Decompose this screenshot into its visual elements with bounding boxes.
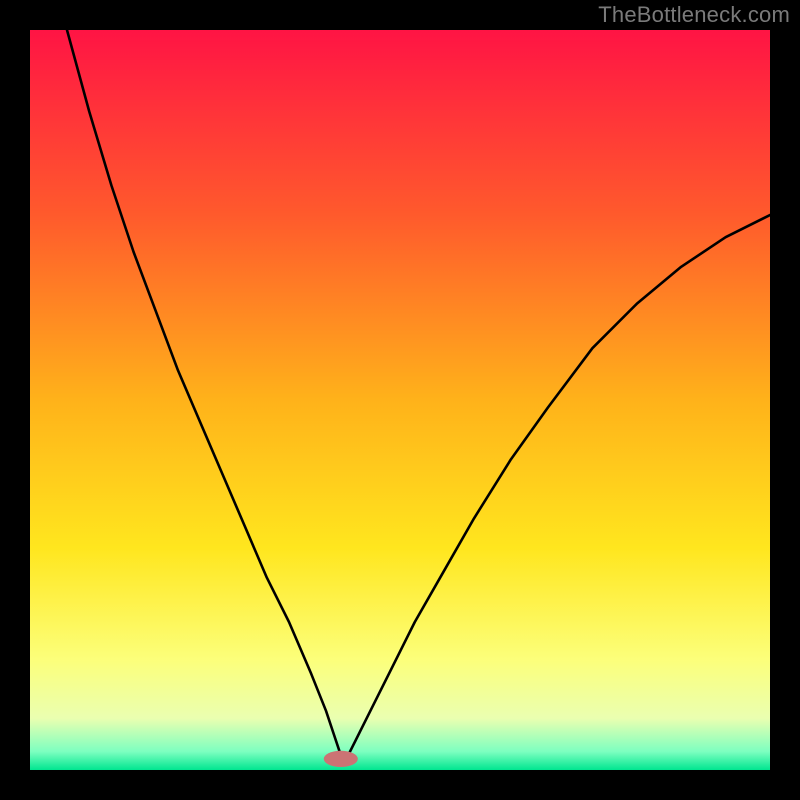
chart-frame: TheBottleneck.com xyxy=(0,0,800,800)
watermark-text: TheBottleneck.com xyxy=(598,2,790,28)
optimal-point-marker xyxy=(324,751,358,767)
gradient-background xyxy=(30,30,770,770)
bottleneck-chart xyxy=(30,30,770,770)
